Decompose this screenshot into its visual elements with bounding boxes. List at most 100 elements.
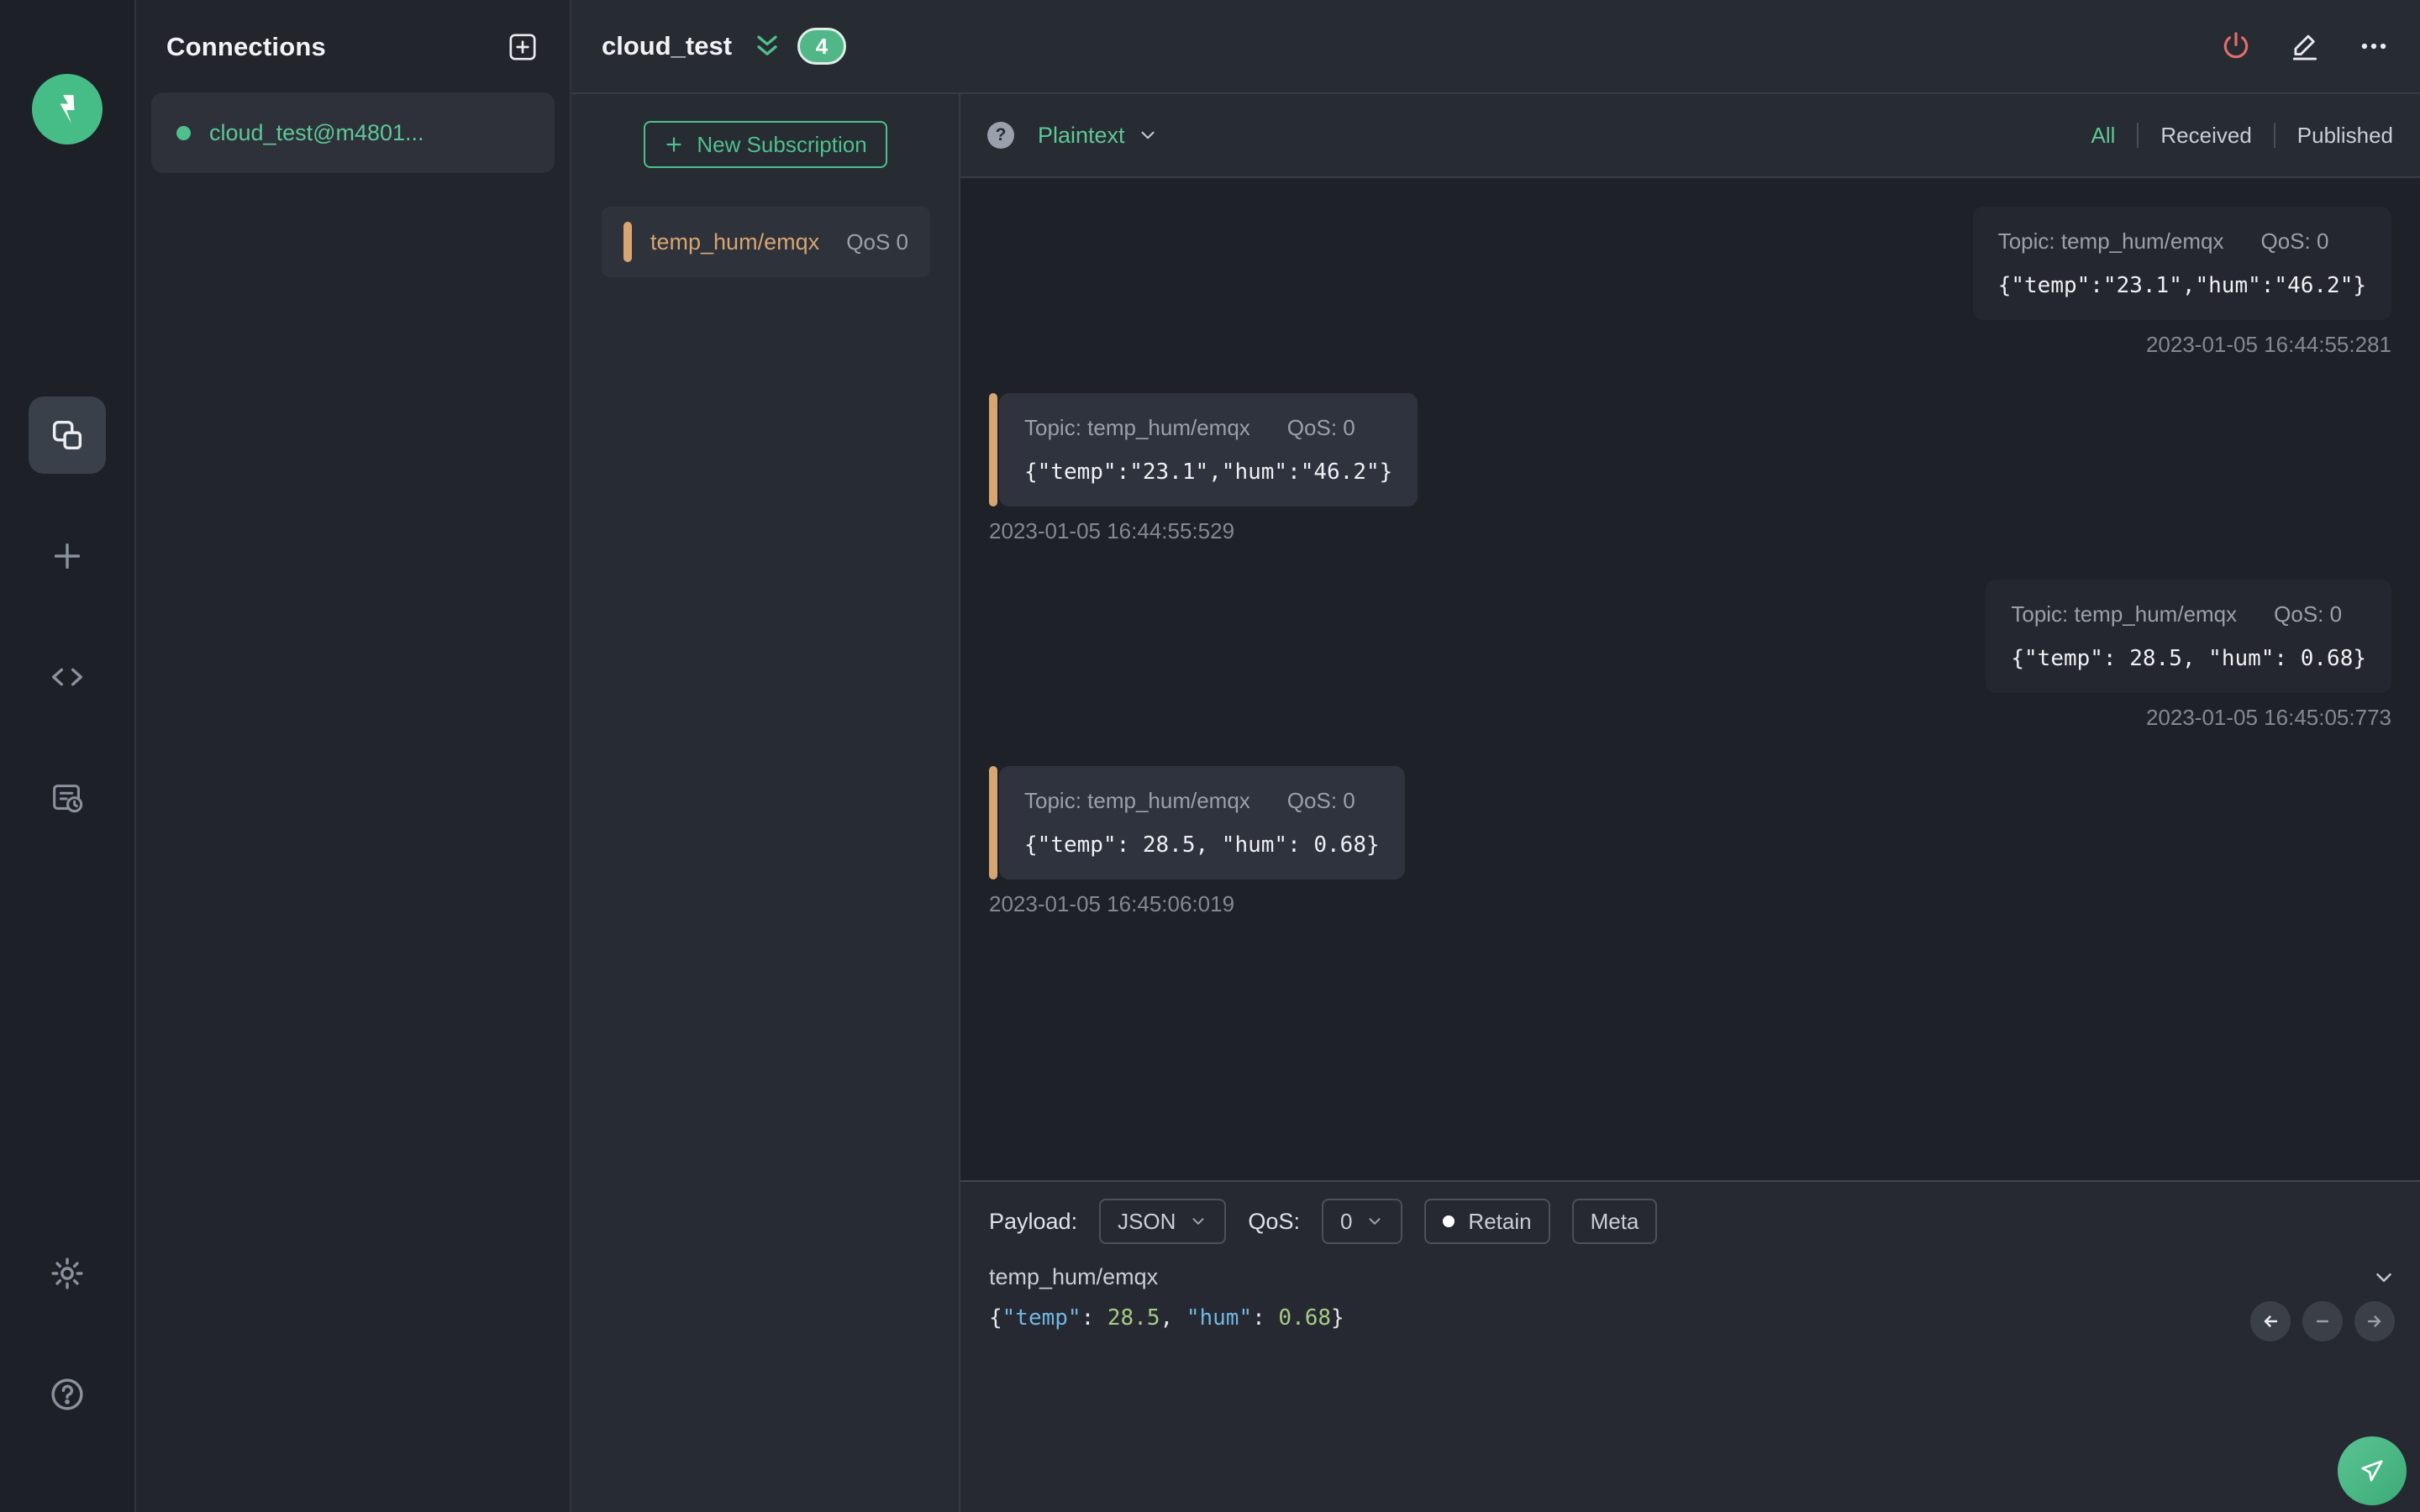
chevron-down-icon (1140, 131, 1155, 139)
gear-icon (51, 1257, 83, 1289)
message-received: Topic: temp_hum/emqx QoS: 0 {"temp": 28.… (989, 766, 2391, 917)
message-published: Topic: temp_hum/emqx QoS: 0 {"temp": 28.… (989, 580, 2391, 731)
ellipsis-icon (2361, 43, 2386, 50)
retain-toggle[interactable]: Retain (1424, 1199, 1550, 1244)
subscription-qos: QoS 0 (846, 228, 908, 255)
meta-label: Meta (1590, 1208, 1639, 1234)
mqttx-bolt-icon (60, 95, 75, 123)
message-topic: Topic: temp_hum/emqx (1997, 228, 2224, 254)
payload-format-select[interactable]: Plaintext (1038, 123, 1159, 149)
messages-panel: ? Plaintext All Received Published Topic… (960, 94, 2420, 1512)
message-card[interactable]: Topic: temp_hum/emqx QoS: 0 {"temp": 28.… (999, 766, 1405, 879)
connection-list-item[interactable]: cloud_test@m4801... (151, 92, 555, 173)
message-card[interactable]: Topic: temp_hum/emqx QoS: 0 {"temp":"23.… (1972, 207, 2391, 320)
payload-format-help-icon[interactable]: ? (987, 122, 1014, 149)
sidebar-item-help[interactable] (29, 1356, 106, 1433)
received-marker (989, 393, 997, 507)
qos-select[interactable]: 0 (1321, 1199, 1403, 1244)
filter-divider (2273, 123, 2275, 148)
message-qos: QoS: 0 (2260, 228, 2329, 254)
message-payload: {"temp": 28.5, "hum": 0.68} (2011, 646, 2366, 671)
app-sidebar (0, 0, 136, 1512)
message-list: Topic: temp_hum/emqx QoS: 0 {"temp":"23.… (960, 178, 2420, 1180)
connection-view: cloud_test 4 New Subscription temp_hum/e… (571, 0, 2420, 1512)
received-marker (989, 766, 997, 879)
json-token: : (1081, 1305, 1107, 1331)
sidebar-item-log[interactable] (29, 759, 106, 837)
next-payload-button[interactable] (2354, 1301, 2395, 1341)
message-timestamp: 2023-01-05 16:45:05:773 (2145, 705, 2391, 730)
json-token: "temp" (1002, 1305, 1081, 1331)
collapse-history-button[interactable] (2302, 1301, 2343, 1341)
message-payload: {"temp":"23.1","hum":"46.2"} (1024, 459, 1393, 485)
collapse-publish-button[interactable] (2371, 1265, 2396, 1290)
message-qos: QoS: 0 (1286, 788, 1355, 813)
sidebar-item-settings[interactable] (29, 1235, 106, 1312)
connections-title: Connections (166, 32, 326, 61)
collapse-panel-button[interactable] (750, 29, 784, 63)
publish-payload-editor[interactable]: {"temp": 28.5, "hum": 0.68} (989, 1305, 2391, 1331)
json-token: , (1160, 1305, 1186, 1331)
message-filters: All Received Published (2091, 123, 2393, 149)
subscriptions-panel: New Subscription temp_hum/emqx QoS 0 (571, 94, 960, 1512)
qos-value: 0 (1339, 1208, 1353, 1234)
subscription-topic: temp_hum/emqx (650, 228, 820, 255)
meta-button[interactable]: Meta (1571, 1199, 1658, 1244)
json-token: 28.5 (1107, 1305, 1160, 1331)
payload-format-value: Plaintext (1038, 122, 1125, 148)
message-received: Topic: temp_hum/emqx QoS: 0 {"temp":"23.… (989, 393, 2391, 544)
message-qos: QoS: 0 (2274, 601, 2343, 627)
minus-icon (2316, 1320, 2329, 1323)
sidebar-item-script[interactable] (29, 638, 106, 716)
retain-indicator-dot (1443, 1215, 1455, 1227)
qos-label: QoS: (1248, 1208, 1300, 1234)
chevron-down-icon (1192, 1218, 1204, 1225)
new-subscription-label: New Subscription (697, 131, 867, 157)
connections-icon (52, 420, 82, 450)
filter-received[interactable]: Received (2160, 123, 2251, 149)
filter-divider (2137, 123, 2139, 148)
filter-all[interactable]: All (2091, 123, 2115, 149)
sidebar-item-new-connection[interactable] (29, 517, 106, 595)
message-card[interactable]: Topic: temp_hum/emqx QoS: 0 {"temp":"23.… (999, 393, 1418, 507)
subscription-item[interactable]: temp_hum/emqx QoS 0 (602, 207, 930, 277)
message-timestamp: 2023-01-05 16:45:06:019 (989, 891, 1235, 916)
disconnect-button[interactable] (2220, 30, 2252, 62)
code-icon (51, 668, 83, 686)
retain-label: Retain (1468, 1208, 1532, 1234)
publish-topic-input[interactable]: temp_hum/emqx (989, 1264, 2371, 1290)
mqttx-logo (32, 74, 103, 144)
pencil-icon (2292, 34, 2317, 60)
connection-titlebar: cloud_test 4 (571, 0, 2420, 94)
new-subscription-button[interactable]: New Subscription (643, 121, 887, 168)
add-connection-button[interactable] (504, 29, 541, 66)
connections-panel: Connections cloud_test@m4801... (136, 0, 571, 1512)
edit-connection-button[interactable] (2289, 30, 2321, 62)
plus-icon (54, 543, 81, 570)
connection-name: cloud_test@m4801... (209, 119, 424, 145)
payload-type-label: Payload: (989, 1208, 1078, 1234)
message-count-badge: 4 (797, 28, 847, 65)
chevron-down-icon (1369, 1218, 1381, 1225)
send-message-button[interactable] (2338, 1436, 2407, 1505)
message-topic: Topic: temp_hum/emqx (2011, 601, 2238, 627)
more-options-button[interactable] (2358, 30, 2390, 62)
sidebar-item-connections[interactable] (29, 396, 106, 474)
json-token: } (1331, 1305, 1344, 1331)
previous-payload-button[interactable] (2250, 1301, 2291, 1341)
connected-status-dot (176, 125, 191, 140)
plus-square-icon (509, 34, 536, 60)
json-token: "hum" (1186, 1305, 1253, 1331)
message-payload: {"temp": 28.5, "hum": 0.68} (1024, 832, 1380, 858)
publish-panel: Payload: JSON QoS: 0 Retain Meta temp_hu… (960, 1180, 2420, 1512)
filter-published[interactable]: Published (2297, 123, 2393, 149)
plus-icon (666, 137, 682, 152)
payload-history-nav (2250, 1301, 2395, 1341)
message-card[interactable]: Topic: temp_hum/emqx QoS: 0 {"temp": 28.… (1986, 580, 2391, 693)
arrow-left-icon (2264, 1315, 2278, 1327)
message-timestamp: 2023-01-05 16:44:55:281 (2145, 332, 2391, 357)
message-published: Topic: temp_hum/emqx QoS: 0 {"temp":"23.… (989, 207, 2391, 358)
json-token: : (1252, 1305, 1279, 1331)
payload-type-select[interactable]: JSON (1099, 1199, 1227, 1244)
message-topic: Topic: temp_hum/emqx (1024, 415, 1250, 440)
